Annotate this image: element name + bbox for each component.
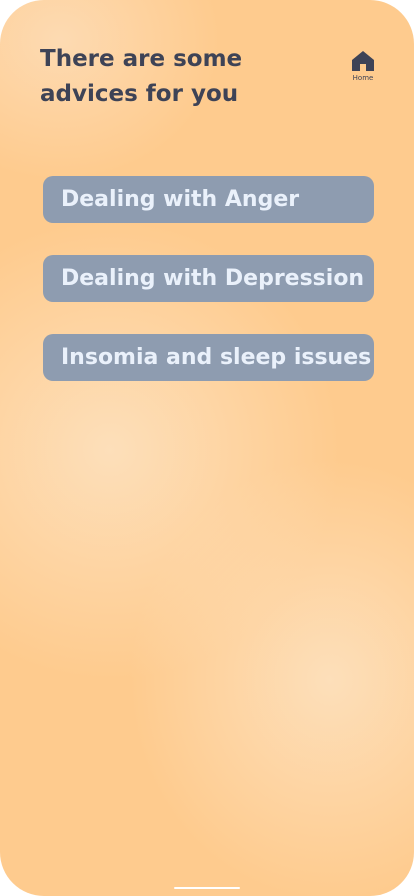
advice-button-insomnia[interactable]: Insomia and sleep issues — [43, 334, 374, 381]
app-screen: There are some advices for you Home Deal… — [0, 0, 414, 896]
home-label: Home — [352, 74, 374, 82]
home-icon — [351, 50, 375, 72]
home-indicator — [174, 887, 240, 889]
advice-button-anger[interactable]: Dealing with Anger — [43, 176, 374, 223]
home-button[interactable]: Home — [346, 50, 380, 83]
advice-list: Dealing with Anger Dealing with Depressi… — [43, 176, 374, 413]
advice-button-depression[interactable]: Dealing with Depression — [43, 255, 374, 302]
page-title: There are some advices for you — [40, 46, 243, 107]
